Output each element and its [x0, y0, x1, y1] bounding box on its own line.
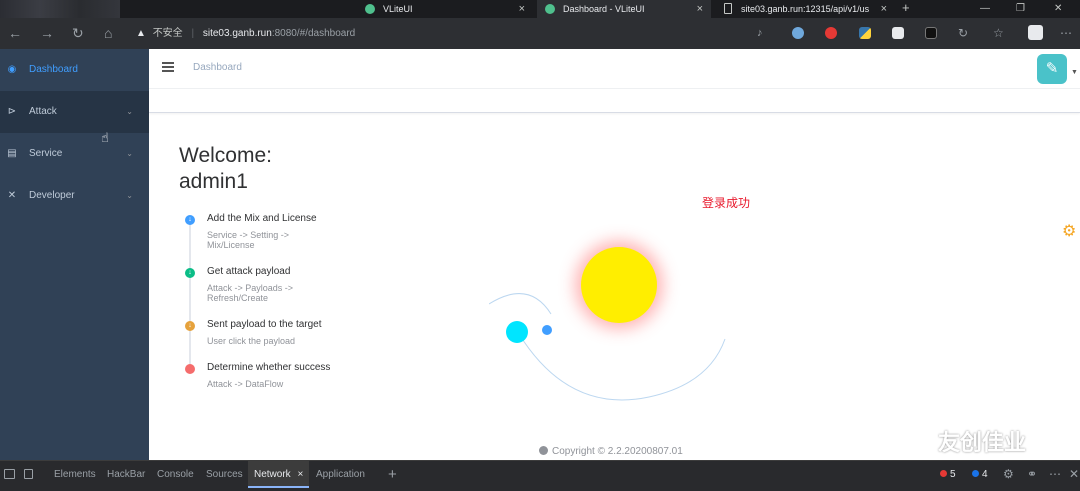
- message-count-badge[interactable]: 4: [972, 461, 988, 488]
- login-success-toast: 登录成功: [702, 196, 751, 210]
- devtools-tab-elements[interactable]: Elements: [54, 461, 96, 488]
- orbit-animation: [489, 293, 726, 401]
- url-field[interactable]: ▲ 不安全 | site03.ganb.run:8080/#/dashboard: [136, 23, 776, 44]
- close-tab-icon[interactable]: ×: [519, 0, 525, 18]
- gear-icon[interactable]: ⚙: [1003, 461, 1014, 488]
- screen: VLiteUI × Dashboard - VLiteUI × site03.g…: [0, 0, 1080, 491]
- orbit-path-large: [518, 333, 726, 401]
- favorites-icon[interactable]: ☆: [993, 25, 1004, 41]
- more-icon[interactable]: ⋯: [1060, 25, 1072, 41]
- service-icon: ▤: [7, 148, 17, 159]
- arrow-down-icon: ↓: [185, 321, 195, 331]
- chevron-down-icon: ⌄: [126, 191, 133, 200]
- sidebar-item-developer[interactable]: ✕ Developer ⌄: [0, 175, 149, 217]
- devtools-tab-hackbar[interactable]: HackBar: [107, 461, 145, 488]
- copyright: Copyright © 2.2.20200807.01: [539, 446, 683, 457]
- reload-icon[interactable]: ↻: [72, 25, 84, 41]
- customize-icon[interactable]: ⚭: [1027, 461, 1037, 488]
- sidebar-item-service[interactable]: ▤ Service ⌄: [0, 133, 149, 175]
- devtools-tab-console[interactable]: Console: [157, 461, 194, 488]
- back-icon[interactable]: ←: [8, 25, 22, 41]
- planet-icon: [506, 321, 528, 343]
- devtools-tab-network[interactable]: Network ×: [248, 461, 310, 488]
- message-icon: [972, 470, 979, 477]
- breadcrumb[interactable]: Dashboard: [193, 62, 242, 73]
- info-icon: [539, 446, 548, 455]
- sidebar: ◉ Dashboard ⊳ Attack ⌄ ▤ Service ⌄ ✕ Dev…: [0, 49, 149, 460]
- extension-refresh-icon[interactable]: ↻: [958, 25, 968, 41]
- timeline-line: [189, 221, 191, 371]
- devtools-panel: Elements HackBar Console Sources Network…: [0, 460, 1080, 491]
- close-tab-icon[interactable]: ×: [697, 0, 703, 18]
- extension-record-icon[interactable]: [825, 27, 837, 39]
- arrow-down-icon: ↓: [185, 215, 195, 225]
- developer-icon: ✕: [7, 190, 17, 201]
- github-icon[interactable]: [1028, 25, 1043, 40]
- mouse-cursor-icon: ☝: [101, 130, 109, 145]
- chevron-down-icon: ⌄: [126, 107, 133, 116]
- avatar[interactable]: ✎: [1037, 54, 1067, 84]
- settings-gear-icon[interactable]: ⚙: [1062, 221, 1076, 241]
- warning-icon: ▲: [136, 28, 146, 39]
- minimize-icon[interactable]: —: [980, 0, 990, 18]
- orbit-path-small: [489, 293, 552, 315]
- extension-globe-icon[interactable]: [792, 27, 804, 39]
- close-tab-icon[interactable]: ×: [297, 469, 303, 480]
- more-icon[interactable]: ⋯: [1049, 461, 1061, 488]
- close-devtools-icon[interactable]: ✕: [1069, 461, 1079, 488]
- blurred-tabs: [0, 0, 120, 18]
- tags-view: [149, 89, 1080, 113]
- forward-icon[interactable]: →: [40, 25, 54, 41]
- close-tab-icon[interactable]: ×: [881, 0, 887, 18]
- home-icon[interactable]: ⌂: [104, 25, 112, 41]
- hamburger-icon[interactable]: [162, 62, 174, 72]
- vue-icon: [365, 4, 375, 14]
- attack-icon: ⊳: [7, 106, 17, 117]
- browser-tab-vliteui[interactable]: VLiteUI ×: [357, 0, 533, 18]
- restore-icon[interactable]: ❐: [1016, 0, 1025, 18]
- browser-tab-bar: VLiteUI × Dashboard - VLiteUI × site03.g…: [0, 0, 1080, 18]
- extension-dark-icon[interactable]: [925, 27, 937, 39]
- welcome-heading: Welcome: admin1: [179, 144, 272, 193]
- sidebar-item-dashboard[interactable]: ◉ Dashboard: [0, 49, 149, 91]
- new-tab-icon[interactable]: +: [902, 0, 910, 16]
- extension-python-icon[interactable]: [859, 27, 871, 39]
- browser-tab-api[interactable]: site03.ganb.run:12315/api/v1/us ×: [715, 0, 895, 18]
- moon-icon: [542, 325, 552, 335]
- error-icon: [940, 470, 947, 477]
- device-toggle-icon[interactable]: [24, 469, 33, 479]
- devtools-tab-sources[interactable]: Sources: [206, 461, 243, 488]
- document-icon: [724, 3, 732, 14]
- error-count-badge[interactable]: 5: [940, 461, 956, 488]
- devtools-tab-application[interactable]: Application: [316, 461, 365, 488]
- dot-icon: [185, 364, 195, 374]
- vue-icon: [545, 4, 555, 14]
- add-tab-icon[interactable]: +: [388, 461, 397, 488]
- browser-tab-dashboard[interactable]: Dashboard - VLiteUI ×: [537, 0, 711, 18]
- arrow-down-icon: ↓: [185, 268, 195, 278]
- sidebar-item-attack[interactable]: ⊳ Attack ⌄: [0, 91, 149, 133]
- wechat-icon: [896, 429, 929, 450]
- top-navbar: Dashboard ✎ ▼: [149, 49, 1080, 89]
- address-bar: ← → ↻ ⌂ ▲ 不安全 | site03.ganb.run:8080/#/d…: [0, 18, 1080, 49]
- main-content: Dashboard ✎ ▼ Welcome: admin1 ↓ Add the …: [149, 49, 1080, 460]
- sound-icon[interactable]: ♪: [757, 25, 763, 41]
- chevron-down-icon: ⌄: [126, 149, 133, 158]
- dashboard-icon: ◉: [7, 64, 17, 75]
- watermark-text: 友创佳业: [938, 430, 1027, 455]
- extension-box-icon[interactable]: [892, 27, 904, 39]
- close-window-icon[interactable]: ✕: [1054, 0, 1062, 18]
- brush-icon: ✎: [1045, 60, 1059, 77]
- caret-down-icon[interactable]: ▼: [1071, 69, 1078, 76]
- inspect-icon[interactable]: [4, 469, 15, 479]
